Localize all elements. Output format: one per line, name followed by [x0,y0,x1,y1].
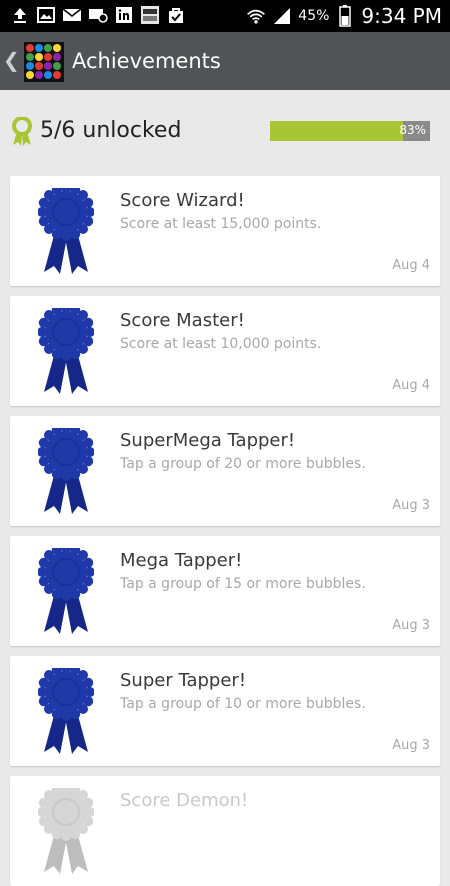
achievement-card[interactable]: SuperMega Tapper! Tap a group of 20 or m… [10,416,440,526]
action-bar: ❮ Achievements [0,32,450,90]
achievement-card[interactable]: Mega Tapper! Tap a group of 15 or more b… [10,536,440,646]
achievement-card[interactable]: Super Tapper! Tap a group of 10 or more … [10,656,440,766]
back-chevron-icon[interactable]: ❮ [3,48,20,72]
achievement-card[interactable]: Score Wizard! Score at least 15,000 poin… [10,176,440,286]
achievement-title: Mega Tapper! [120,550,243,571]
locked-ribbon-icon [37,783,95,874]
achievement-description: Score at least 10,000 points. [120,336,322,352]
achievement-card[interactable]: Score Master! Score at least 10,000 poin… [10,296,440,406]
progress-fill [270,121,403,141]
achievement-description: Tap a group of 10 or more bubbles. [120,696,366,712]
bubble-grid-icon [24,42,64,82]
achievement-description: Tap a group of 20 or more bubbles. [120,456,366,472]
achievement-title: Score Wizard! [120,190,245,211]
mail-icon [62,5,82,25]
achievement-date: Aug 3 [392,738,430,753]
achievement-date: Aug 4 [392,378,430,393]
achievement-date: Aug 3 [392,498,430,513]
blue-ribbon-icon [37,183,95,274]
upload-icon [10,5,30,25]
notification-icons [10,5,186,25]
linkedin-icon [114,5,134,25]
bag-icon [166,5,186,25]
status-bar: 45% 9:34 PM [0,0,450,32]
achievement-date: Aug 4 [392,258,430,273]
basic4android-icon [140,5,160,25]
mail-at-icon [88,5,108,25]
achievement-description: Score at least 15,000 points. [120,216,322,232]
progress-label: 83% [399,123,426,137]
unlocked-count: 5/6 unlocked [40,118,182,143]
battery-percentage: 45% [298,8,330,24]
blue-ribbon-icon [37,663,95,754]
wifi-icon [246,6,266,26]
progress-bar: 83% [270,121,430,141]
blue-ribbon-icon [37,423,95,514]
achievement-small-ribbon-icon [10,116,34,151]
achievement-title: SuperMega Tapper! [120,430,296,451]
achievement-title: Score Demon! [120,790,249,811]
signal-icon [272,6,292,26]
achievement-date: Aug 3 [392,618,430,633]
battery-icon [335,5,355,27]
achievement-description: Tap a group of 15 or more bubbles. [120,576,366,592]
screen-title: Achievements [72,49,221,73]
achievement-title: Score Master! [120,310,245,331]
image-icon [36,5,56,25]
clock: 9:34 PM [361,4,442,28]
system-status: 45% 9:34 PM [246,4,442,28]
blue-ribbon-icon [37,303,95,394]
app-logo-icon[interactable] [24,42,64,82]
achievement-card-locked[interactable]: Score Demon! [10,776,440,886]
blue-ribbon-icon [37,543,95,634]
achievement-title: Super Tapper! [120,670,247,691]
